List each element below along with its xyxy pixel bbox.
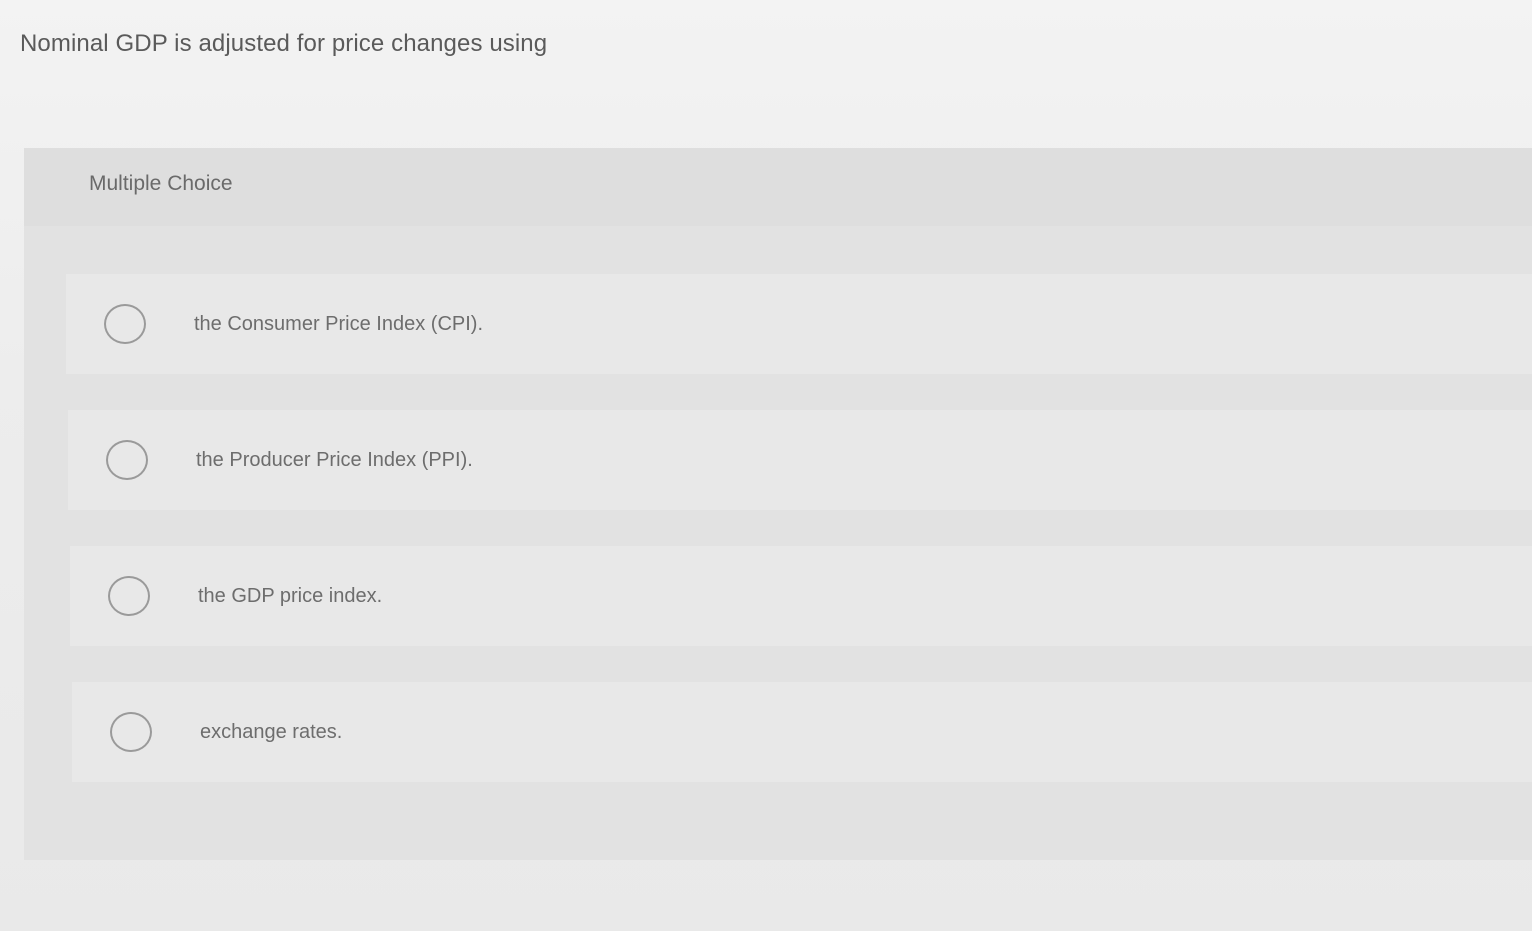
answer-option-label: the Producer Price Index (PPI). xyxy=(196,448,473,471)
radio-button[interactable] xyxy=(106,440,148,480)
answer-option-label: the Consumer Price Index (CPI). xyxy=(194,312,483,335)
panel-header: Multiple Choice xyxy=(24,148,1532,226)
answer-option-3[interactable]: the GDP price index. xyxy=(70,546,1532,646)
answer-option-label: exchange rates. xyxy=(200,720,343,743)
radio-button[interactable] xyxy=(108,576,150,616)
radio-button[interactable] xyxy=(110,712,152,752)
question-text: Nominal GDP is adjusted for price change… xyxy=(20,30,548,57)
radio-button[interactable] xyxy=(104,304,146,344)
answer-option-2[interactable]: the Producer Price Index (PPI). xyxy=(68,410,1532,510)
answer-option-1[interactable]: the Consumer Price Index (CPI). xyxy=(66,274,1532,374)
answer-option-4[interactable]: exchange rates. xyxy=(72,682,1532,782)
question-type-label: Multiple Choice xyxy=(89,172,233,195)
answer-option-label: the GDP price index. xyxy=(198,584,383,607)
